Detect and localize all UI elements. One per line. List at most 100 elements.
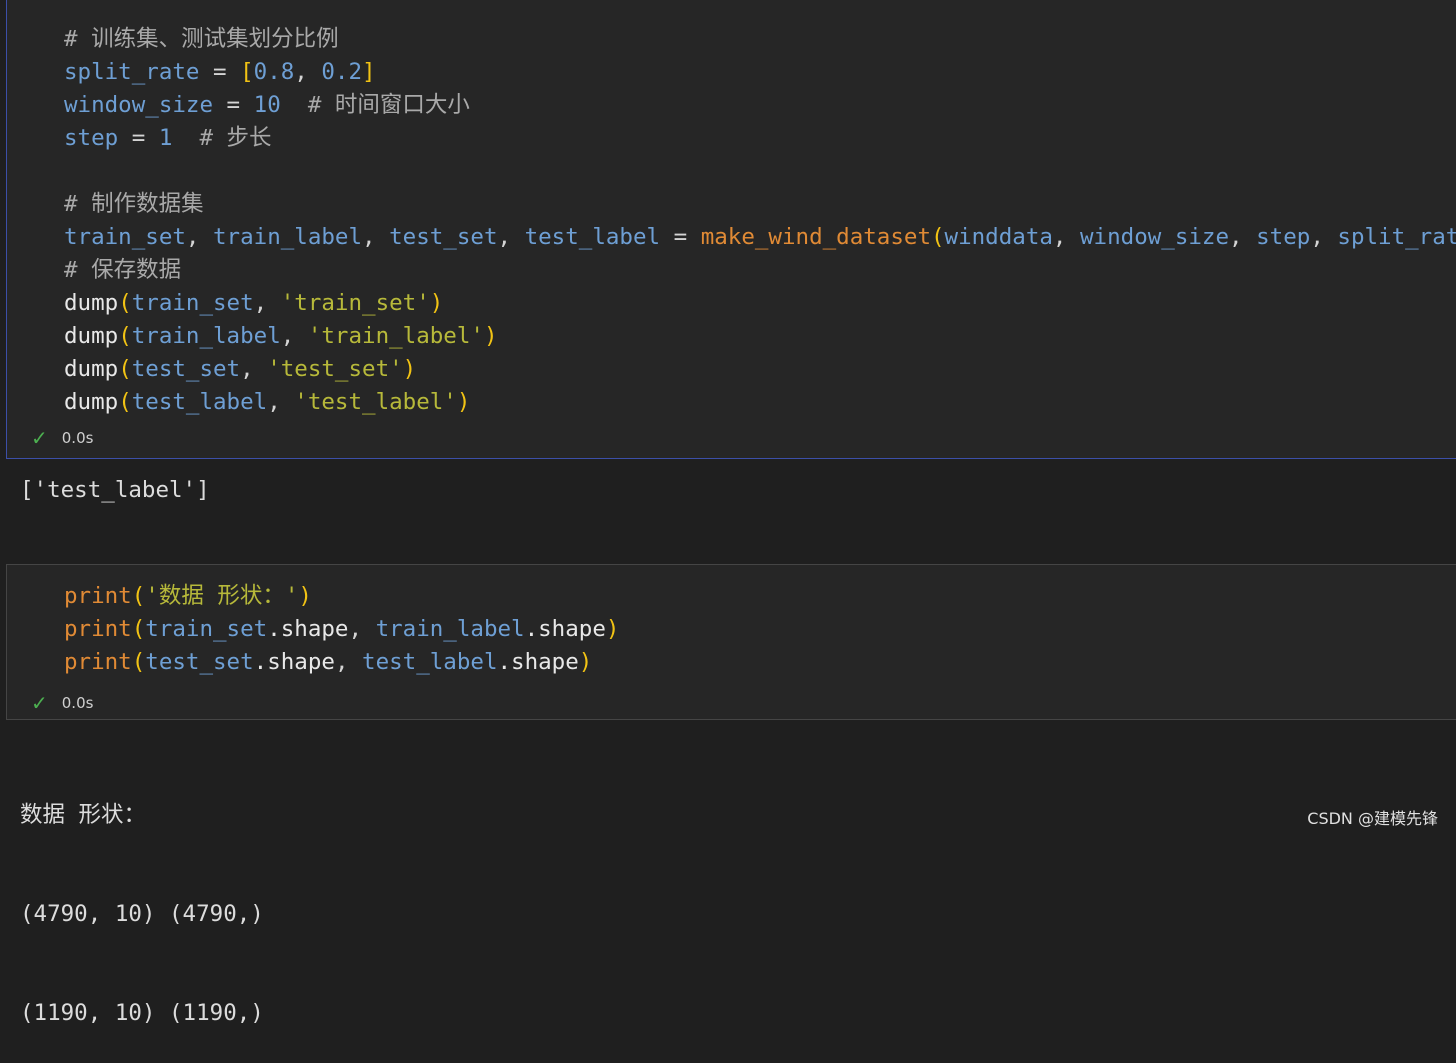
code-token: ,	[497, 224, 525, 250]
code-token: dump	[64, 290, 119, 316]
code-token: (	[118, 389, 132, 415]
code-line: train_set, train_label, test_set, test_l…	[64, 221, 1456, 254]
code-line: dump(test_label, 'test_label')	[64, 386, 1456, 419]
code-token: .shape	[267, 616, 349, 642]
code-token: ,	[1229, 224, 1257, 250]
code-token: test_set	[389, 224, 498, 250]
code-token: 'test_label'	[294, 389, 457, 415]
check-icon: ✓	[31, 426, 48, 450]
code-cell-1[interactable]: # 训练集、测试集划分比例 split_rate = [0.8, 0.2] wind…	[6, 0, 1456, 459]
code-token: 'test_set'	[267, 356, 403, 382]
code-token: =	[199, 59, 241, 85]
code-token: 'train_label'	[307, 323, 484, 349]
code-token: step	[1256, 224, 1311, 250]
code-token: =	[118, 125, 159, 151]
code-token: ]	[362, 59, 376, 85]
code-token: ,	[362, 224, 390, 250]
code-token: .shape	[253, 649, 335, 675]
code-token: )	[578, 649, 593, 675]
code-token: .shape	[497, 649, 579, 675]
code-token: dump	[64, 323, 119, 349]
code-token: ,	[1310, 224, 1338, 250]
code-token: train_set	[145, 616, 268, 642]
code-token: ,	[240, 356, 268, 382]
code-token: train_set	[64, 224, 186, 250]
code-token: )	[298, 583, 312, 609]
code-token: test_label	[362, 649, 498, 675]
code-token: print	[64, 649, 132, 675]
code-token: ,	[334, 649, 363, 675]
code-token: window_size	[1080, 224, 1230, 250]
code-token: [	[240, 59, 254, 85]
code-token: train_label	[213, 224, 363, 250]
code-token: (	[131, 616, 146, 642]
code-line: split_rate = [0.8, 0.2]	[64, 56, 1456, 89]
code-token: # 训练集、测试集划分比例	[64, 26, 339, 52]
code-token: ,	[1052, 224, 1081, 250]
code-token: ,	[294, 59, 322, 85]
code-token: window_size	[64, 92, 214, 118]
code-token: split_rate	[64, 59, 200, 85]
code-token: (	[131, 649, 146, 675]
code-token: )	[456, 389, 471, 415]
code-token: .shape	[524, 616, 606, 642]
code-token: ,	[253, 290, 281, 316]
code-token: ,	[267, 389, 295, 415]
code-editor[interactable]: # 训练集、测试集划分比例 split_rate = [0.8, 0.2] wind…	[64, 23, 1456, 419]
code-token: ,	[348, 616, 376, 642]
code-token: dump	[64, 356, 119, 382]
code-token: 1	[158, 125, 173, 151]
code-line: print(train_set.shape, train_label.shape…	[64, 613, 619, 646]
code-token: # 时间窗口大小	[280, 92, 470, 118]
code-token: )	[605, 616, 620, 642]
code-token: # 步长	[172, 125, 272, 151]
code-token: '数据 形状：'	[145, 583, 299, 609]
code-token: train_label	[131, 323, 281, 349]
code-token: dump	[64, 389, 119, 415]
code-editor[interactable]: print('数据 形状：') print(train_set.shape, tr…	[64, 580, 619, 679]
check-icon: ✓	[31, 691, 48, 715]
code-cell-2[interactable]: print('数据 形状：') print(train_set.shape, tr…	[6, 564, 1456, 720]
code-token: =	[213, 92, 254, 118]
cell-output: 数据 形状： (4790, 10) (4790,) (1190, 10) (11…	[20, 733, 264, 1063]
code-token: train_set	[131, 290, 254, 316]
code-token: # 制作数据集	[64, 191, 204, 217]
output-line: 数据 形状：	[20, 802, 147, 828]
code-token: print	[64, 583, 132, 609]
code-token: # 保存数据	[64, 257, 182, 283]
code-token: 'train_set'	[280, 290, 430, 316]
code-token: ,	[280, 323, 308, 349]
code-token: make_wind_dataset	[700, 224, 931, 250]
code-line: dump(test_set, 'test_set')	[64, 353, 1456, 386]
code-token: (	[118, 356, 132, 382]
code-token: test_set	[131, 356, 241, 382]
code-token: print	[64, 616, 132, 642]
code-token: winddata	[944, 224, 1053, 250]
code-token: 10	[253, 92, 281, 118]
exec-time: 0.0s	[61, 694, 94, 712]
exec-time: 0.0s	[61, 429, 94, 447]
code-line: dump(train_label, 'train_label')	[64, 320, 1456, 353]
code-line: # 制作数据集	[64, 188, 1456, 221]
code-line: # 训练集、测试集划分比例	[64, 23, 1456, 56]
code-line: print(test_set.shape, test_label.shape)	[64, 646, 619, 679]
watermark: CSDN @建模先锋	[1307, 809, 1438, 828]
output-line: (1190, 10) (1190,)	[20, 1000, 264, 1026]
code-token: test_set	[145, 649, 254, 675]
code-token: test_label	[524, 224, 661, 250]
code-token: 0.8	[253, 59, 295, 85]
code-token: (	[118, 323, 132, 349]
code-token: )	[429, 290, 444, 316]
code-token: step	[64, 125, 119, 151]
code-token: )	[483, 323, 498, 349]
code-line: dump(train_set, 'train_set')	[64, 287, 1456, 320]
code-token: test_label	[131, 389, 268, 415]
code-token: split_rate	[1337, 224, 1456, 250]
output-line: (4790, 10) (4790,)	[20, 901, 264, 927]
code-token: 0.2	[321, 59, 363, 85]
code-line: # 保存数据	[64, 254, 1456, 287]
code-token: (	[131, 583, 146, 609]
cell-status: ✓ 0.0s	[31, 693, 93, 713]
code-token: train_label	[375, 616, 525, 642]
